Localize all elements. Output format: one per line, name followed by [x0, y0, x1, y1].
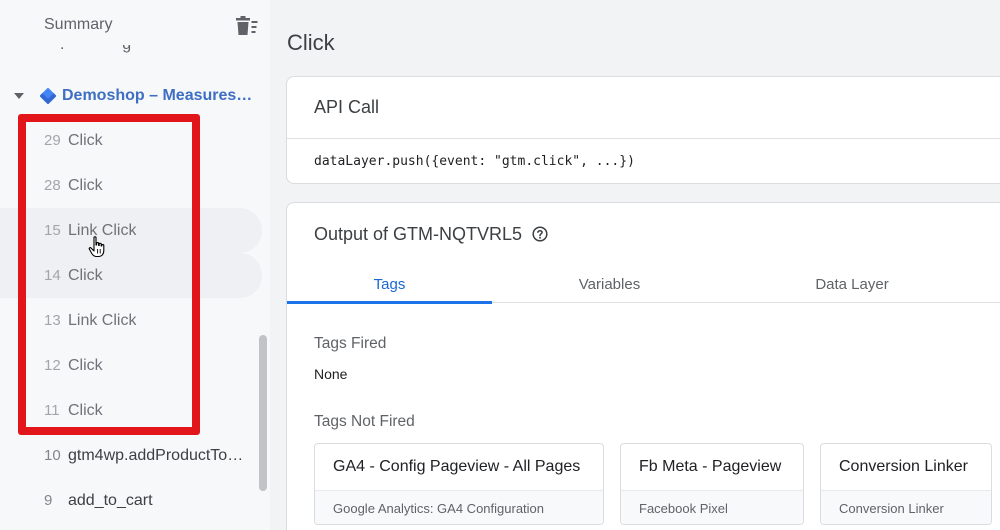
tag-name: Fb Meta - Pageview	[639, 458, 782, 475]
event-number: 10	[44, 447, 61, 464]
api-call-code: dataLayer.push({event: "gtm.click", ...}…	[314, 154, 635, 169]
tab-variables[interactable]: Variables	[507, 265, 712, 303]
event-label: gtm4wp.addProductTo…	[68, 446, 244, 464]
main-panel: Click API Call dataLayer.push({event: "g…	[270, 0, 1000, 530]
event-item[interactable]: 13 Link Click	[0, 298, 262, 343]
event-item[interactable]: 28 Click	[0, 163, 262, 208]
tab-data-layer[interactable]: Data Layer	[747, 265, 957, 303]
event-item[interactable]: 11 Click	[0, 388, 262, 433]
event-number: 29	[44, 132, 61, 149]
event-number: 11	[44, 402, 60, 419]
output-heading: Output of GTM-NQTVRL5	[314, 223, 523, 244]
sidebar-scrollbar[interactable]	[259, 335, 267, 491]
event-number: 15	[44, 222, 61, 239]
tag-card-conversion-linker[interactable]: Conversion Linker Conversion Linker	[820, 443, 992, 525]
clear-messages-icon[interactable]	[233, 15, 259, 37]
tags-not-fired-title: Tags Not Fired	[314, 413, 415, 430]
event-item[interactable]: 9 add_to_cart	[0, 478, 262, 523]
output-tabs: Tags Variables Data Layer	[287, 265, 1000, 304]
event-item[interactable]: 12 Click	[0, 343, 262, 388]
event-item[interactable]: 14 Click	[0, 253, 262, 298]
tag-card-ga4-config[interactable]: GA4 - Config Pageview - All Pages Google…	[314, 443, 604, 525]
event-number: 13	[44, 312, 61, 329]
cut-off-row: . g	[60, 45, 140, 55]
event-label: Click	[68, 401, 103, 419]
event-label: add_to_cart	[68, 491, 153, 509]
output-card: Output of GTM-NQTVRL5 Tags Variables Dat…	[286, 202, 1000, 530]
event-label: Link Click	[68, 311, 137, 329]
tag-name: Conversion Linker	[839, 458, 968, 475]
collapse-arrow-icon[interactable]	[14, 93, 24, 99]
tag-type: Facebook Pixel	[621, 490, 803, 524]
event-number: 28	[44, 177, 61, 194]
api-call-heading: API Call	[287, 77, 1000, 139]
sidebar: Summary . g Demoshop – Measures… 29 Clic…	[0, 0, 270, 530]
tags-fired-title: Tags Fired	[314, 335, 387, 352]
event-item[interactable]: 29 Click	[0, 118, 262, 163]
event-list: 29 Click 28 Click 15 Link Click 14 Click…	[0, 118, 262, 523]
hand-cursor-icon	[88, 236, 106, 258]
event-number: 9	[44, 492, 53, 509]
tags-fired-value: None	[314, 366, 348, 382]
tag-name: GA4 - Config Pageview - All Pages	[333, 458, 581, 475]
summary-link[interactable]: Summary	[44, 16, 112, 34]
page-title: Click	[287, 30, 335, 55]
event-number: 12	[44, 357, 61, 374]
tab-tags[interactable]: Tags	[287, 265, 492, 304]
event-number: 14	[44, 267, 61, 284]
container-diamond-icon	[39, 87, 57, 105]
event-label: Click	[68, 176, 103, 194]
tag-type: Google Analytics: GA4 Configuration	[315, 490, 603, 524]
container-node[interactable]: Demoshop – Measures…	[14, 86, 252, 106]
event-label: Click	[68, 266, 103, 284]
event-item[interactable]: 10 gtm4wp.addProductTo…	[0, 433, 262, 478]
event-label: Click	[68, 356, 103, 374]
api-call-card: API Call dataLayer.push({event: "gtm.cli…	[286, 76, 1000, 184]
tag-type: Conversion Linker	[821, 490, 991, 524]
tag-card-fb-meta[interactable]: Fb Meta - Pageview Facebook Pixel	[620, 443, 804, 525]
event-label: Click	[68, 131, 103, 149]
container-label[interactable]: Demoshop – Measures…	[62, 87, 252, 105]
event-item[interactable]: 15 Link Click	[0, 208, 262, 253]
help-icon[interactable]	[532, 226, 548, 242]
output-heading-row: Output of GTM-NQTVRL5	[287, 203, 1000, 265]
